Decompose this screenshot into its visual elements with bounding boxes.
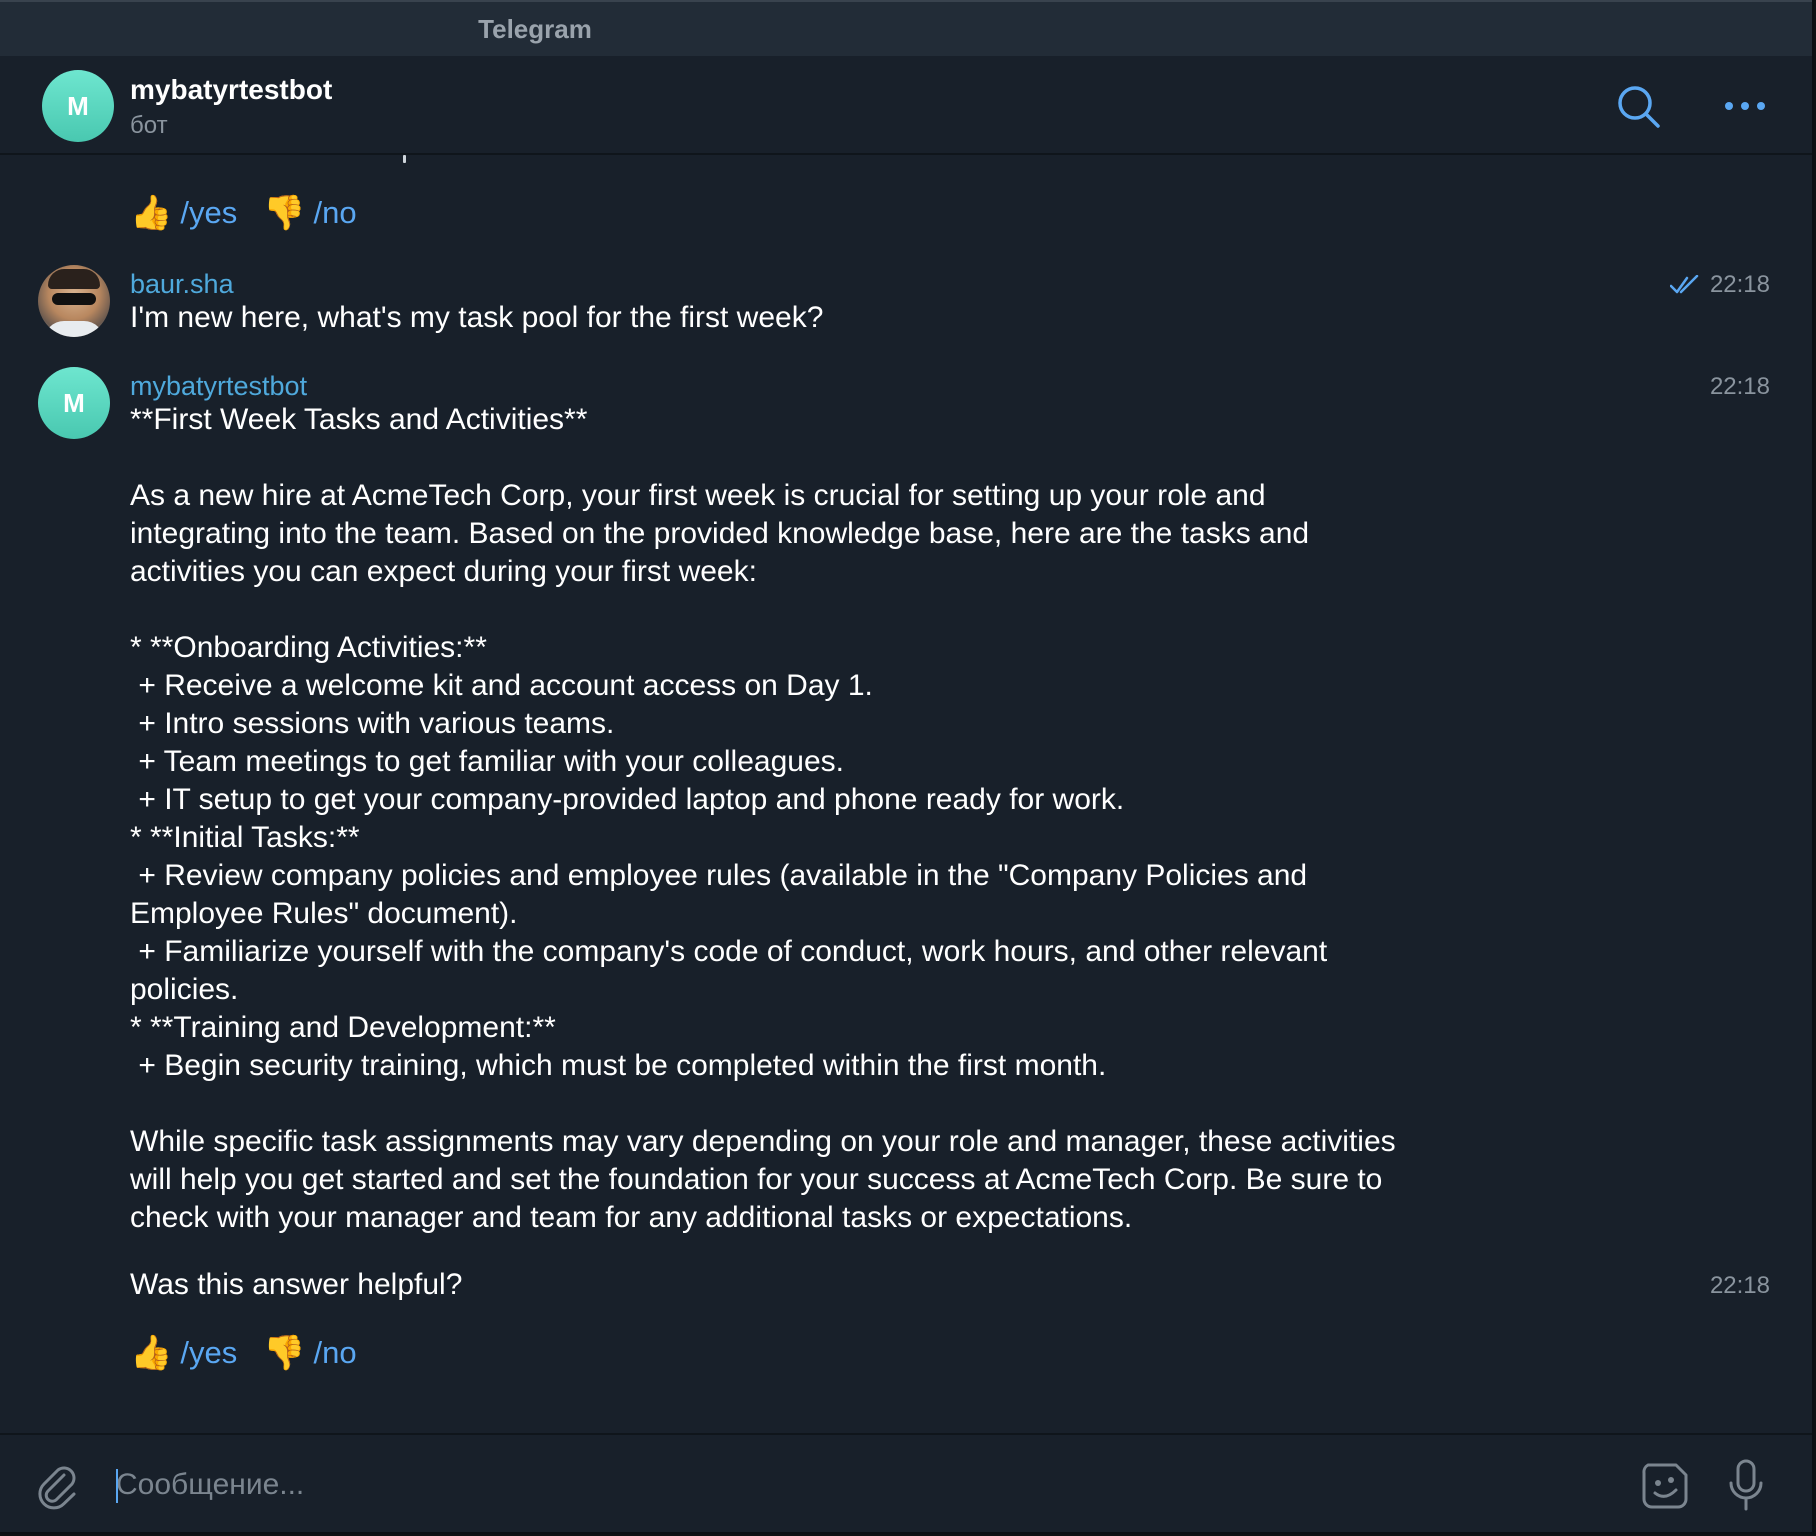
- message-time: 22:18: [1709, 1272, 1770, 1299]
- chat-status: бот: [130, 112, 168, 139]
- bot-message-avatar[interactable]: M: [38, 367, 110, 439]
- telegram-window: Telegram M mybatyrtestbot бот 👍 /yes 👎 /…: [0, 0, 1814, 1534]
- title-bar[interactable]: Telegram: [0, 0, 1812, 56]
- chat-title[interactable]: mybatyrtestbot: [130, 74, 332, 106]
- search-icon[interactable]: [1614, 82, 1664, 132]
- message-time: 22:18: [1709, 271, 1770, 298]
- message-list[interactable]: 👍 /yes 👎 /no baur.sha 22:18 I'm new here…: [0, 155, 1812, 1433]
- text-cursor: [116, 1469, 118, 1503]
- thumbs-up-icon: 👍: [130, 194, 173, 232]
- clipped-text-fragment: [403, 155, 406, 163]
- message-sender[interactable]: baur.sha: [130, 269, 234, 300]
- thumbs-up-icon: 👍: [130, 1334, 173, 1372]
- yes-command-link[interactable]: /yes: [180, 1335, 237, 1371]
- paperclip-icon[interactable]: [34, 1463, 82, 1511]
- sticker-icon[interactable]: [1638, 1459, 1692, 1513]
- prev-feedback-row: 👍 /yes 👎 /no: [130, 193, 383, 233]
- message-text: **First Week Tasks and Activities** As a…: [130, 403, 1396, 1234]
- bot-avatar[interactable]: M: [42, 70, 114, 142]
- thumbs-down-icon: 👎: [263, 194, 306, 232]
- user-avatar[interactable]: [38, 265, 110, 337]
- message-text: I'm new here, what's my task pool for th…: [130, 301, 824, 334]
- no-command-link[interactable]: /no: [314, 1335, 357, 1371]
- window-title: Telegram: [478, 14, 592, 44]
- message-composer: [0, 1433, 1812, 1532]
- no-command-link[interactable]: /no: [314, 195, 357, 231]
- chat-header: M mybatyrtestbot бот: [0, 56, 1812, 155]
- more-icon[interactable]: [1720, 86, 1770, 126]
- thumbs-down-icon: 👎: [263, 1334, 306, 1372]
- yes-command-link[interactable]: /yes: [180, 195, 237, 231]
- double-check-icon: [1670, 275, 1699, 294]
- microphone-icon[interactable]: [1726, 1457, 1766, 1513]
- message-time: 22:18: [1709, 373, 1770, 400]
- message-input[interactable]: [116, 1457, 1596, 1513]
- message-text: Was this answer helpful?: [130, 1268, 463, 1301]
- message-sender[interactable]: mybatyrtestbot: [130, 371, 307, 402]
- feedback-row: 👍 /yes 👎 /no: [130, 1333, 383, 1373]
